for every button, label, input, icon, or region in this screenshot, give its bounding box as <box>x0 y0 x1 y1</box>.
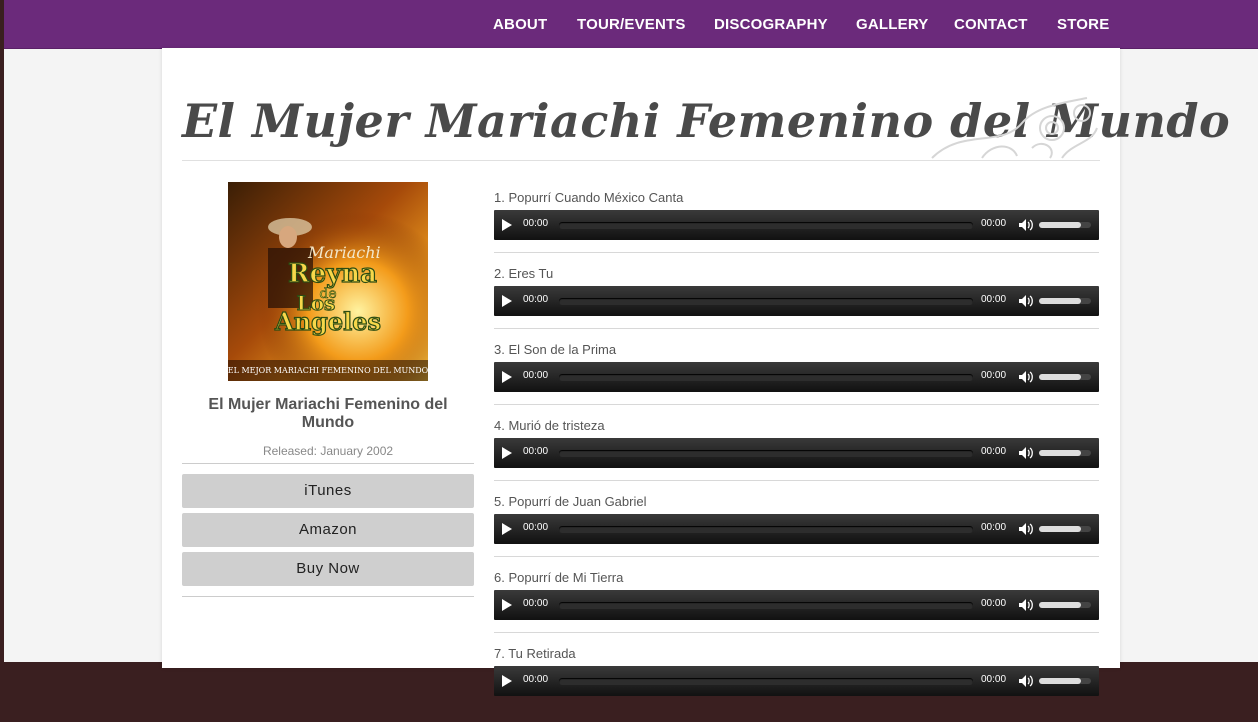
seek-bar[interactable] <box>559 678 973 685</box>
track-title: 5. Popurrí de Juan Gabriel <box>494 494 647 509</box>
sidebar-divider <box>182 463 474 464</box>
current-time: 00:00 <box>523 598 549 609</box>
duration: 00:00 <box>981 522 1007 533</box>
track-divider <box>494 404 1099 405</box>
nav-about[interactable]: ABOUT <box>493 16 547 33</box>
seek-bar[interactable] <box>559 450 973 457</box>
audio-player: 00:00 00:00 <box>494 514 1099 544</box>
volume-level <box>1039 450 1081 456</box>
svg-text:EL MEJOR MARIACHI FEMENINO DE: EL MEJOR MARIACHI FEMENINO DEL MUNDO <box>228 366 428 375</box>
seek-bar[interactable] <box>559 526 973 533</box>
album-name: El Mujer Mariachi Femenino del Mundo <box>208 396 448 431</box>
current-time: 00:00 <box>523 218 549 229</box>
current-time: 00:00 <box>523 446 549 457</box>
volume-slider[interactable] <box>1039 678 1091 684</box>
volume-slider[interactable] <box>1039 222 1091 228</box>
main-nav: ABOUT TOUR/EVENTS DISCOGRAPHY GALLERY CO… <box>4 0 1258 48</box>
volume-slider[interactable] <box>1039 602 1091 608</box>
duration: 00:00 <box>981 370 1007 381</box>
audio-player: 00:00 00:00 <box>494 666 1099 696</box>
nav-contact[interactable]: CONTACT <box>954 16 1028 33</box>
buy-now-button[interactable]: Buy Now <box>182 552 474 586</box>
track-title: 4. Murió de tristeza <box>494 418 605 433</box>
track-title: 3. El Son de la Prima <box>494 342 617 357</box>
title-divider <box>182 160 1100 161</box>
track-divider <box>494 328 1099 329</box>
audio-player: 00:00 00:00 <box>494 438 1099 468</box>
volume-level <box>1039 526 1081 532</box>
volume-level <box>1039 222 1081 228</box>
duration: 00:00 <box>981 598 1007 609</box>
audio-player: 00:00 00:00 <box>494 590 1099 620</box>
volume-slider[interactable] <box>1039 298 1091 304</box>
track-divider <box>494 556 1099 557</box>
track-divider <box>494 480 1099 481</box>
play-icon[interactable] <box>502 599 512 611</box>
audio-player: 00:00 00:00 <box>494 362 1099 392</box>
release-date: Released: January 2002 <box>262 444 394 458</box>
current-time: 00:00 <box>523 674 549 685</box>
current-time: 00:00 <box>523 522 549 533</box>
current-time: 00:00 <box>523 370 549 381</box>
volume-icon[interactable] <box>1018 218 1034 232</box>
amazon-button[interactable]: Amazon <box>182 513 474 547</box>
track-title: 6. Popurrí de Mi Tierra <box>494 570 624 585</box>
content-card: El Mujer Mariachi Femenino del Mundo Mar… <box>162 48 1230 696</box>
duration: 00:00 <box>981 218 1007 229</box>
volume-level <box>1039 678 1081 684</box>
volume-level <box>1039 602 1081 608</box>
current-time: 00:00 <box>523 294 549 305</box>
track-item: 6. Popurrí de Mi Tierra 00:00 00:00 <box>494 570 1099 646</box>
seek-bar[interactable] <box>559 602 973 609</box>
duration: 00:00 <box>981 674 1007 685</box>
nav-tour-events[interactable]: TOUR/EVENTS <box>577 16 686 33</box>
nav-store[interactable]: STORE <box>1057 16 1109 33</box>
album-cover: Mariachi Reyna de Los Angeles EL MEJOR M… <box>228 182 428 381</box>
play-icon[interactable] <box>502 219 512 231</box>
itunes-button[interactable]: iTunes <box>182 474 474 508</box>
track-item: 7. Tu Retirada 00:00 00:00 <box>494 646 1099 722</box>
track-item: 5. Popurrí de Juan Gabriel 00:00 00:00 <box>494 494 1099 570</box>
volume-icon[interactable] <box>1018 294 1034 308</box>
volume-slider[interactable] <box>1039 374 1091 380</box>
sidebar-divider <box>182 596 474 597</box>
track-title: 2. Eres Tu <box>494 266 554 281</box>
top-navigation-bar: ABOUT TOUR/EVENTS DISCOGRAPHY GALLERY CO… <box>4 0 1258 49</box>
track-divider <box>494 252 1099 253</box>
seek-bar[interactable] <box>559 374 973 381</box>
play-icon[interactable] <box>502 523 512 535</box>
duration: 00:00 <box>981 294 1007 305</box>
play-icon[interactable] <box>502 675 512 687</box>
play-icon[interactable] <box>502 371 512 383</box>
track-item: 1. Popurrí Cuando México Canta 00:00 00:00 <box>494 190 1099 266</box>
track-title: 1. Popurrí Cuando México Canta <box>494 190 684 205</box>
volume-level <box>1039 298 1081 304</box>
duration: 00:00 <box>981 446 1007 457</box>
volume-icon[interactable] <box>1018 674 1034 688</box>
volume-slider[interactable] <box>1039 450 1091 456</box>
seek-bar[interactable] <box>559 298 973 305</box>
decorative-flourish <box>931 97 1098 159</box>
volume-icon[interactable] <box>1018 370 1034 384</box>
track-item: 3. El Son de la Prima 00:00 00:00 <box>494 342 1099 418</box>
audio-player: 00:00 00:00 <box>494 210 1099 240</box>
volume-icon[interactable] <box>1018 522 1034 536</box>
nav-gallery[interactable]: GALLERY <box>856 16 929 33</box>
play-icon[interactable] <box>502 447 512 459</box>
volume-slider[interactable] <box>1039 526 1091 532</box>
track-item: 4. Murió de tristeza 00:00 00:00 <box>494 418 1099 494</box>
svg-text:Reyna: Reyna <box>288 259 377 289</box>
svg-text:Angeles: Angeles <box>274 307 381 336</box>
track-item: 2. Eres Tu 00:00 00:00 <box>494 266 1099 342</box>
volume-icon[interactable] <box>1018 598 1034 612</box>
track-divider <box>494 632 1099 633</box>
nav-discography[interactable]: DISCOGRAPHY <box>714 16 828 33</box>
seek-bar[interactable] <box>559 222 973 229</box>
play-icon[interactable] <box>502 295 512 307</box>
volume-icon[interactable] <box>1018 446 1034 460</box>
volume-level <box>1039 374 1081 380</box>
audio-player: 00:00 00:00 <box>494 286 1099 316</box>
track-title: 7. Tu Retirada <box>494 646 576 661</box>
